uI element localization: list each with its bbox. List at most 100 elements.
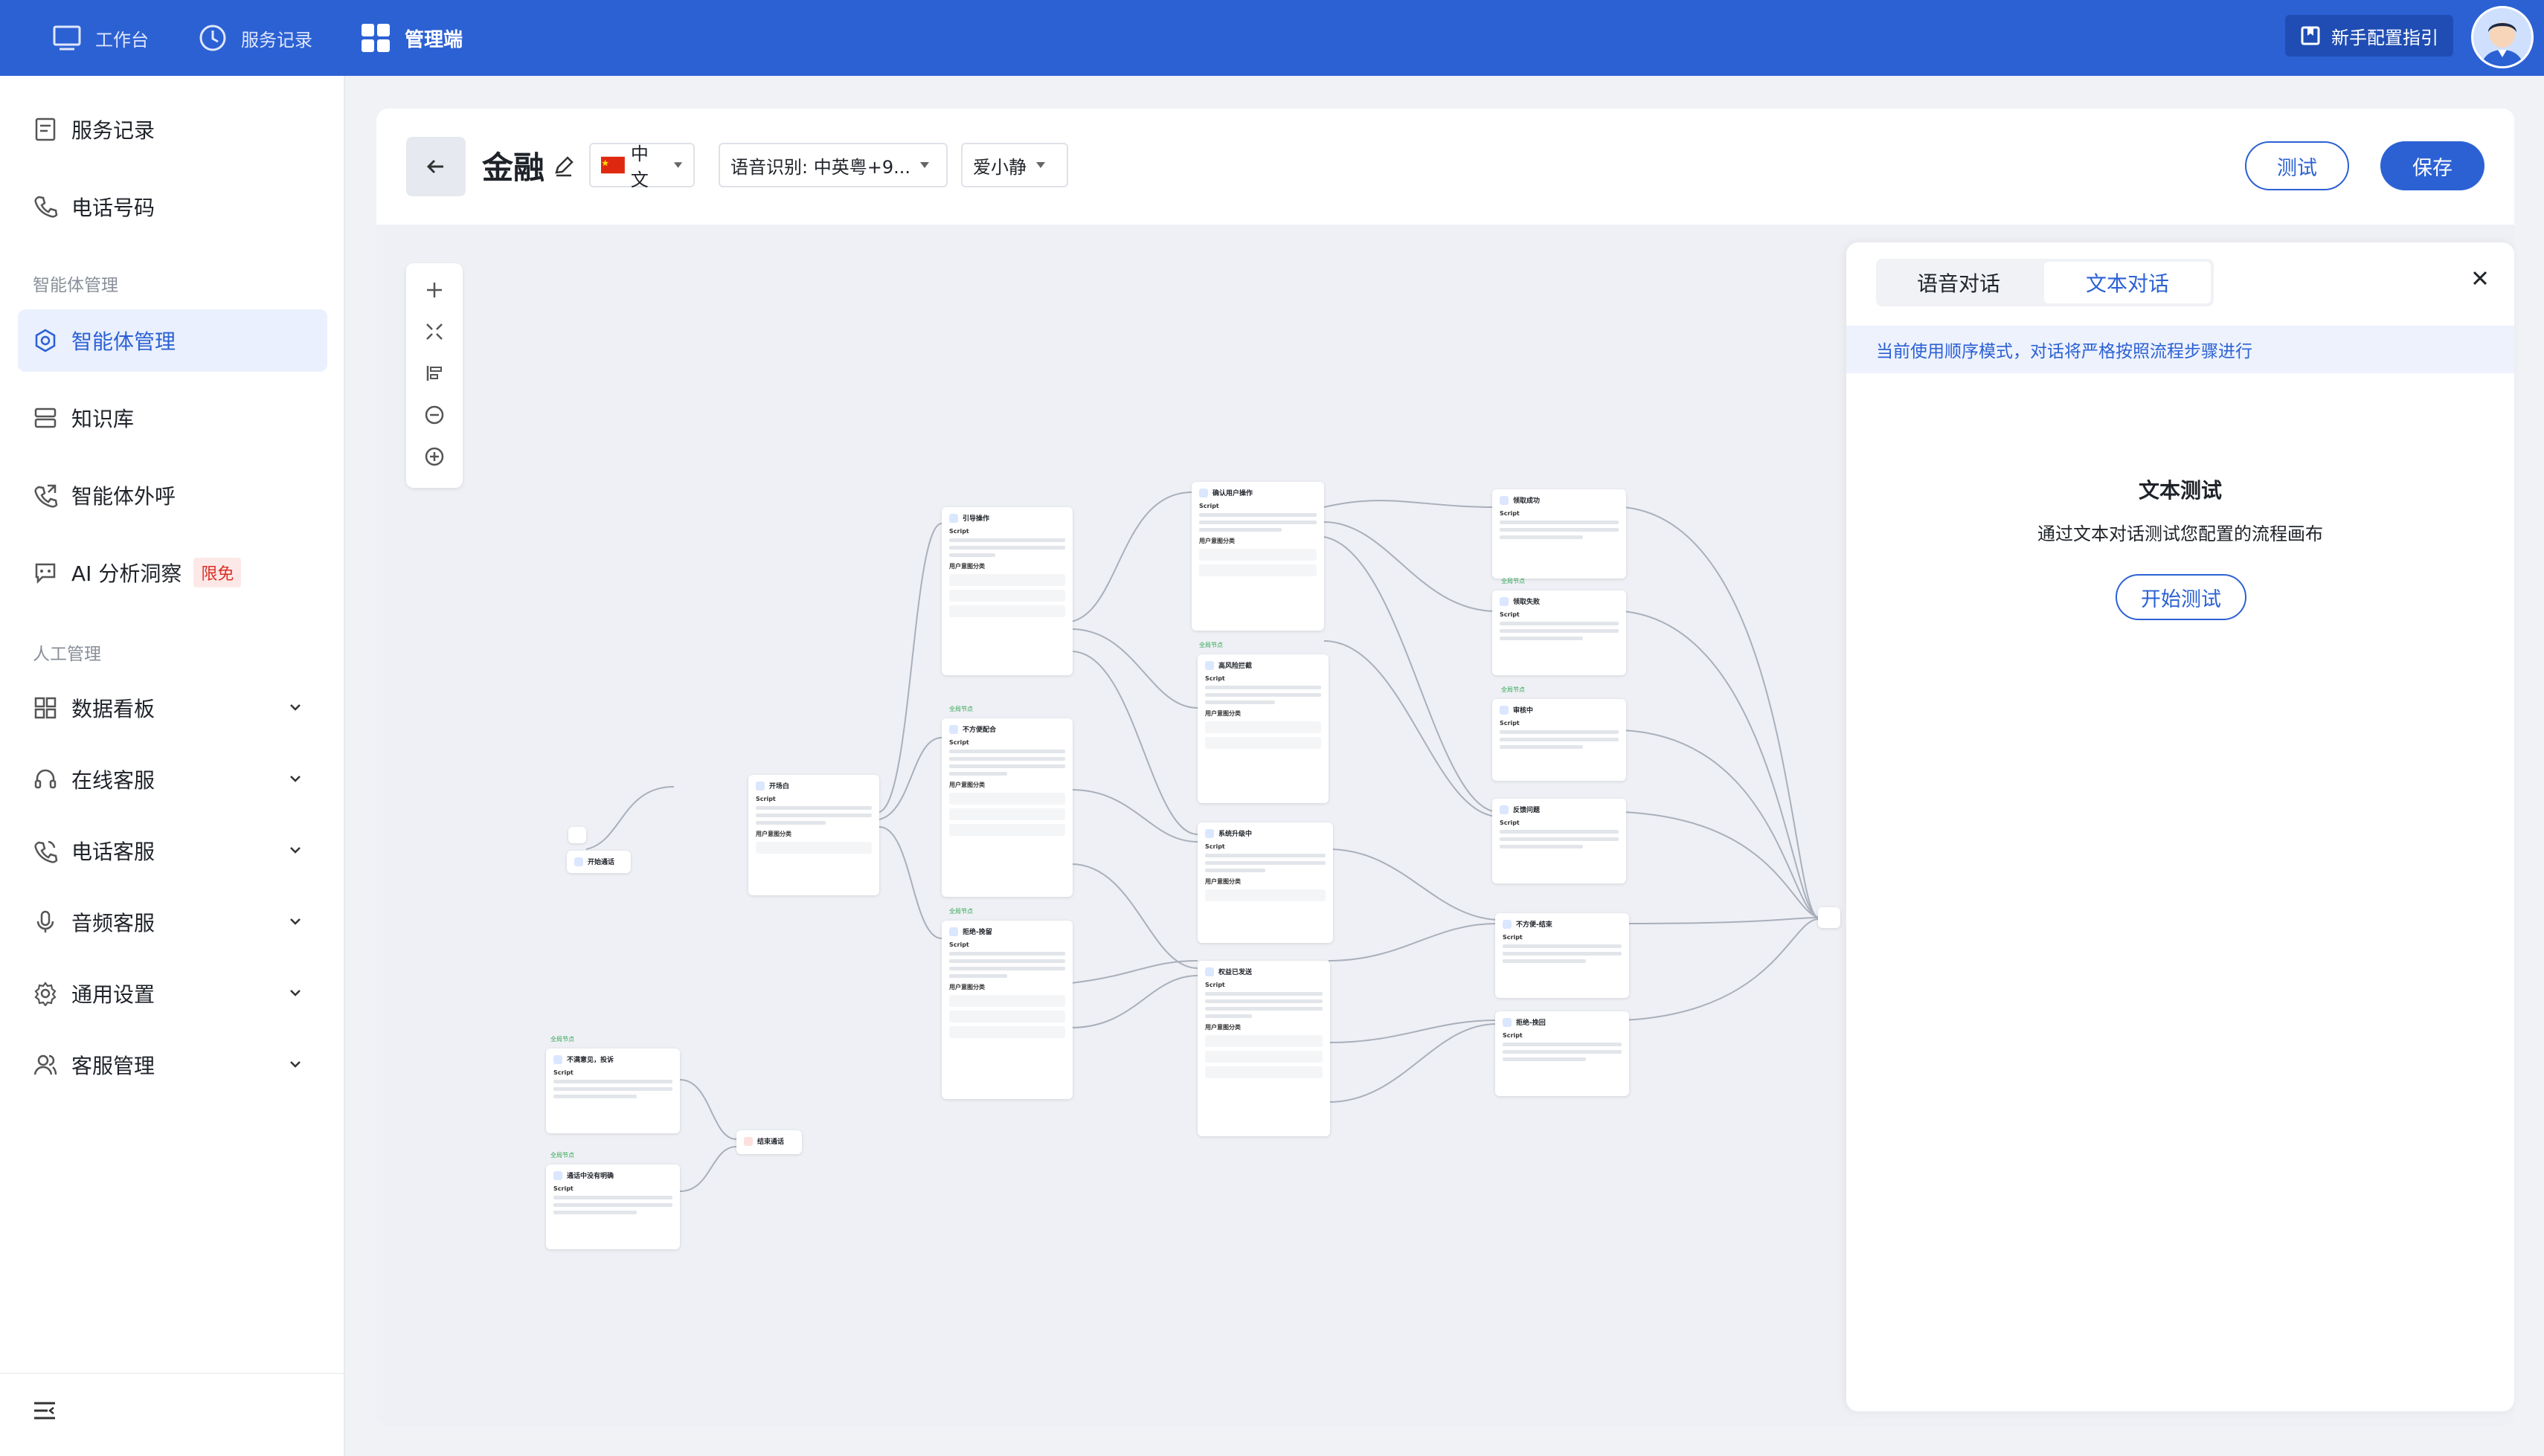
sidebar-item-label: 音频客服 (71, 911, 155, 935)
nav-admin-label: 管理端 (405, 28, 463, 51)
flow-node-end[interactable]: 结束通话 (736, 1130, 802, 1154)
headset-icon (34, 769, 57, 789)
nav-admin[interactable]: 管理端 (360, 0, 463, 76)
close-icon[interactable] (2471, 269, 2489, 287)
node-script-label: Script (949, 941, 969, 948)
global-node-tag: 全局节点 (1501, 686, 1525, 693)
tab-voice-dialog[interactable]: 语音对话 (1879, 262, 2038, 303)
node-title: 权益已发送 (1218, 969, 1253, 976)
top-bar: 工作台 服务记录 管理端 新手配置指引 (0, 0, 2544, 76)
sidebar-item-service-records[interactable]: 服务记录 (18, 98, 327, 161)
node-title: 拒绝-挽回 (1516, 1019, 1546, 1027)
flow-node-refuse[interactable]: 拒绝-挽留 Script 用户意图分类 (942, 921, 1073, 1099)
avatar-icon (2473, 8, 2531, 66)
global-node-tag: 全局节点 (949, 908, 973, 915)
save-button[interactable]: 保存 (2380, 141, 2484, 190)
node-script-label: Script (1205, 982, 1225, 988)
node-title: 开始通话 (588, 859, 615, 866)
start-test-button[interactable]: 开始测试 (2116, 574, 2246, 620)
test-title: 文本测试 (2138, 478, 2222, 503)
config-guide-button[interactable]: 新手配置指引 (2285, 15, 2453, 57)
language-select[interactable]: 中文 (589, 143, 695, 190)
node-script-label: Script (553, 1185, 574, 1192)
node-title: 领取成功 (1513, 497, 1541, 505)
phone-call-icon (34, 840, 58, 863)
flow-node-open[interactable]: 开场白 Script 用户意图分类 (748, 775, 879, 895)
voice-value: 爱小静 (973, 156, 1027, 178)
tab-text-dialog[interactable]: 文本对话 (2044, 262, 2211, 303)
sidebar-item-ai-insight[interactable]: AI 分析洞察 限免 (18, 541, 327, 604)
sidebar-item-agent-outbound[interactable]: 智能体外呼 (18, 464, 327, 526)
sidebar-item-phone-numbers[interactable]: 电话号码 (18, 175, 327, 238)
sidebar-item-agent-management[interactable]: 智能体管理 (18, 309, 327, 372)
voice-select[interactable]: 爱小静 (961, 143, 1068, 187)
node-script-label: Script (1500, 819, 1520, 826)
flow-node-spam[interactable]: 通话中没有明确 Script (546, 1165, 680, 1249)
node-intent-label: 用户意图分类 (949, 984, 985, 990)
node-script-label: Script (1205, 675, 1225, 682)
sidebar-item-online-service[interactable]: 在线客服 (18, 748, 327, 811)
flow-node-end-main[interactable] (1818, 907, 1840, 928)
nav-service-records[interactable]: 服务记录 (198, 0, 312, 76)
sidebar-item-label: AI 分析洞察 (71, 561, 182, 586)
asr-select[interactable]: 语音识别: 中英粤+9... (719, 143, 948, 187)
sidebar-item-label: 在线客服 (71, 768, 155, 793)
flow-node-upgrade[interactable]: 系统升级中 Script 用户意图分类 (1198, 822, 1333, 943)
sidebar-item-phone-service[interactable]: 电话客服 (18, 819, 327, 882)
pencil-icon[interactable] (552, 155, 576, 178)
flow-node-no-will[interactable]: 不方便配合 Script 用户意图分类 (942, 718, 1073, 897)
caret-down-icon (673, 162, 683, 168)
flow-node-unwilling[interactable]: 不方便-结束 Script (1495, 913, 1629, 998)
flow-node-issue[interactable]: 反馈问题 Script (1492, 799, 1626, 883)
asr-value: 语音识别: 中英粤+9... (730, 156, 910, 178)
sidebar-item-label: 客服管理 (71, 1054, 155, 1078)
flow-node-success[interactable]: 领取成功 Script (1492, 489, 1626, 579)
flow-node-confirm[interactable]: 确认用户操作 Script 用户意图分类 (1192, 482, 1324, 631)
flow-node-wait[interactable]: 审核中 Script (1492, 699, 1626, 781)
node-title: 确认用户操作 (1212, 490, 1253, 497)
section-human-management: 人工管理 (33, 645, 101, 664)
sidebar-item-dashboard[interactable]: 数据看板 (18, 677, 327, 739)
node-intent-label: 用户意图分类 (1205, 710, 1241, 717)
node-intent-label: 用户意图分类 (1205, 1024, 1241, 1031)
flow-node-guide[interactable]: 引导操作 Script 用户意图分类 (942, 507, 1073, 675)
hexagon-icon (35, 329, 56, 352)
back-button[interactable] (406, 137, 466, 196)
flow-node-reject-end[interactable]: 拒绝-挽回 Script (1495, 1011, 1629, 1096)
test-tabs: 语音对话 文本对话 (1876, 259, 2214, 306)
sidebar-item-agent-staff[interactable]: 客服管理 (18, 1034, 327, 1096)
node-title: 领取失败 (1513, 599, 1541, 606)
sidebar-collapse-button[interactable] (30, 1399, 60, 1425)
sidebar-item-audio-service[interactable]: 音频客服 (18, 891, 327, 953)
nav-workbench[interactable]: 工作台 (52, 0, 149, 76)
arrow-left-icon (426, 159, 443, 174)
sidebar-item-knowledge-base[interactable]: 知识库 (18, 387, 327, 449)
flow-node-high-risk[interactable]: 高风险拦截 Script 用户意图分类 (1198, 654, 1329, 803)
node-script-label: Script (1503, 934, 1523, 941)
flow-node-start-trigger[interactable] (568, 827, 586, 843)
page-title: 金融 (482, 149, 545, 186)
node-script-label: Script (949, 739, 969, 746)
test-button[interactable]: 测试 (2245, 141, 2349, 190)
node-title: 开场白 (769, 783, 790, 790)
flow-node-sent[interactable]: 权益已发送 Script 用户意图分类 (1198, 961, 1330, 1136)
chevron-down-icon (290, 776, 301, 782)
sidebar-item-label: 电话号码 (71, 196, 155, 220)
node-title: 通话中没有明确 (567, 1173, 614, 1180)
node-script-label: Script (553, 1069, 574, 1076)
flow-node-complain[interactable]: 不满意见，投诉 Script (546, 1048, 680, 1133)
global-node-tag: 全局节点 (949, 706, 973, 712)
flow-node-start[interactable]: 开始通话 (567, 851, 631, 873)
node-script-label: Script (1503, 1032, 1523, 1039)
sidebar: 服务记录 电话号码 智能体管理 智能体管理 知识库 智能体外呼 AI 分析洞察 … (0, 76, 345, 1456)
sidebar-item-general-settings[interactable]: 通用设置 (18, 962, 327, 1025)
chevron-down-icon (290, 990, 301, 996)
user-avatar[interactable] (2471, 6, 2534, 68)
collapse-menu-icon (34, 1402, 55, 1420)
editor-header: 金融 中文 语音识别: 中英粤+9... 爱小静 测试 保存 (376, 109, 2514, 225)
node-title: 引导操作 (963, 515, 990, 523)
flow-node-fail[interactable]: 领取失败 Script (1492, 590, 1626, 675)
node-title: 反馈问题 (1513, 807, 1541, 814)
global-node-tag: 全局节点 (550, 1152, 574, 1159)
node-script-label: Script (756, 796, 776, 802)
